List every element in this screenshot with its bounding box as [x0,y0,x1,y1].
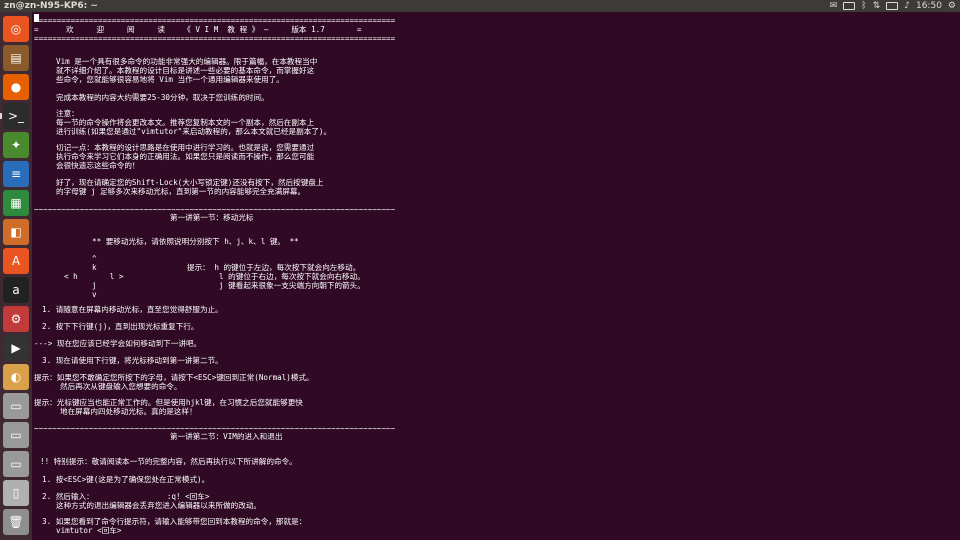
usb-drive-icon[interactable]: ▯ [3,480,29,506]
amazon-icon[interactable]: a [3,277,29,303]
terminal-line: 切记一点：本教程的设计思路是在使用中进行学习的。也就是说，您需要通过 [56,143,315,152]
terminal-line: = 欢 迎 阅 读 《 V I M 教 程 》 — 版本 1.7 = [34,25,362,34]
terminal-line: k [92,263,97,272]
clock[interactable]: 16:50 [916,0,942,12]
terminal-line: 的字母键 j 足够多次来移动光标，直到第一节的内容能够完全充满屏幕。 [56,187,306,196]
terminal-window[interactable]: ========================================… [32,12,960,540]
terminal-line: ---> 现在您应该已经学会如何移动到下一讲吧。 [34,339,202,348]
terminal-line: j [92,281,97,290]
video-editor-icon[interactable]: ▶ [3,335,29,361]
system-settings-icon[interactable]: ⚙ [3,306,29,332]
terminal-line: 然后再次从键盘输入您想要的命令。 [60,382,182,391]
terminal-line: 2. 按下下行键(j)，直到出现光标重复下行。 [42,322,199,331]
power-icon[interactable]: ⚙ [948,0,956,12]
mail-icon[interactable]: ✉ [830,0,838,12]
terminal-line: 就不详细介绍了。本教程的设计目标是讲述一些必要的基本命令，而掌握好这 [56,66,315,75]
terminal-line: 进行训练(如果您是通过"vimtutor"来启动教程的，那么本文就已经是副本了)… [56,127,332,136]
terminal-line: 这种方式的退出编辑器会丢弃您进入编辑器以来所做的改动。 [56,501,262,510]
terminal-line: Vim 是一个具有很多命令的功能非常强大的编辑器。限于篇幅，在本教程当中 [56,57,318,66]
terminal-line: ^ [92,254,97,263]
files-icon[interactable]: ▤ [3,45,29,71]
trash-icon[interactable]: 🗑 [3,509,29,535]
terminal-line: 注意： [56,109,79,118]
terminal-line: ========================================… [34,16,396,25]
drive-2-icon[interactable]: ▭ [3,422,29,448]
terminal-line: 第一讲第二节：VIM的进入和退出 [170,432,283,441]
terminal-line: !! 特别提示：敬请阅读本一节的完整内容，然后再执行以下所讲解的命令。 [40,457,297,466]
launcher: ◎ ▤ ● >_ ✦ ≡ ▦ ◧ Aa ⚙ ▶ ◐ ▭ ▭ ▭ ▯ 🗑 [0,12,32,540]
terminal-line: l 的键位于右边，每次按下就会向右移动。 [219,272,365,281]
terminal-line: vimtutor <回车> [56,526,122,535]
terminal-line: ========================================… [34,34,396,43]
libreoffice-calc-icon[interactable]: ▦ [3,190,29,216]
bluetooth-icon[interactable]: ᛒ [861,0,866,12]
firefox-icon[interactable]: ● [3,74,29,100]
terminal-line: j 键看起来很象一支尖端方向朝下的箭头。 [219,281,365,290]
drive-1-icon[interactable]: ▭ [3,393,29,419]
terminal-line: 1. 请随意在屏幕内移动光标，直至您觉得舒服为止。 [42,305,223,314]
ubuntu-dash-icon[interactable]: ◎ [3,16,29,42]
terminal-line: 1. 按<ESC>键(这是为了确保您处在正常模式)。 [42,475,210,484]
keyboard-icon[interactable] [843,2,856,10]
terminal-line: 提示： h 的键位于左边，每次按下就会向左移动。 [187,263,361,272]
terminal-icon[interactable]: >_ [3,103,29,129]
terminal-line: 提示：如果您不敢确定您所按下的字母，请按下<ESC>键回到正常(Normal)模… [34,373,314,382]
photo-viewer-icon[interactable]: ◐ [3,364,29,390]
terminal-line: 每一节的命令操作将会更改本文。推荐您复制本文的一个副本，然后在副本上 [56,118,315,127]
drive-3-icon[interactable]: ▭ [3,451,29,477]
battery-icon[interactable] [886,2,899,10]
top-panel: zn@zn-N95-KP6: ~ ✉ ᛒ ⇅ ♪ 16:50 ⚙ [0,0,960,12]
system-tray: ✉ ᛒ ⇅ ♪ 16:50 ⚙ [830,0,956,12]
terminal-line: v [92,290,97,299]
terminal-line: 提示：光标键应当也能正常工作的。但是使用hjkl键，在习惯之后您就能够更快 [34,398,303,407]
terminal-line: ** 要移动光标，请依照说明分别按下 h、j、k、l 键。 ** [92,237,299,246]
ubuntu-software-icon[interactable]: A [3,248,29,274]
active-app-indicator [0,113,2,119]
terminal-line: 3. 如果您看到了命令行提示符，请输入能够带您回到本教程的命令，那就是： [42,517,307,526]
terminal-line: 些命令，您就能够很容易地将 Vim 当作一个通用编辑器来使用了。 [56,75,284,84]
libreoffice-writer-icon[interactable]: ≡ [3,161,29,187]
terminal-line: 2. 然后输入： :q! <回车> [42,492,210,501]
terminal-line: 执行命令来学习它们本身的正确用法。如果您只是阅读而不操作，那么您可能 [56,152,315,161]
libreoffice-impress-icon[interactable]: ◧ [3,219,29,245]
volume-icon[interactable]: ♪ [904,0,910,12]
window-title: zn@zn-N95-KP6: ~ [4,1,98,11]
terminal-line: 完成本教程的内容大约需要25-30分钟，取决于您训练的时间。 [56,93,269,102]
terminal-line: 好了，现在请确定您的Shift-Lock(大小写锁定键)还没有按下，然后按键盘上 [56,178,324,187]
terminal-line: 地在屏幕内四处移动光标。真的是这样！ [60,407,197,416]
terminal-line: < h l > [64,272,124,281]
terminal-line: 会很快遗忘这些命令的！ [56,161,140,170]
software-updater-icon[interactable]: ✦ [3,132,29,158]
network-icon[interactable]: ⇅ [873,0,881,12]
terminal-line: 3. 现在请使用下行键，将光标移动到第一讲第二节。 [42,356,223,365]
terminal-line: 第一讲第一节：移动光标 [170,213,254,222]
